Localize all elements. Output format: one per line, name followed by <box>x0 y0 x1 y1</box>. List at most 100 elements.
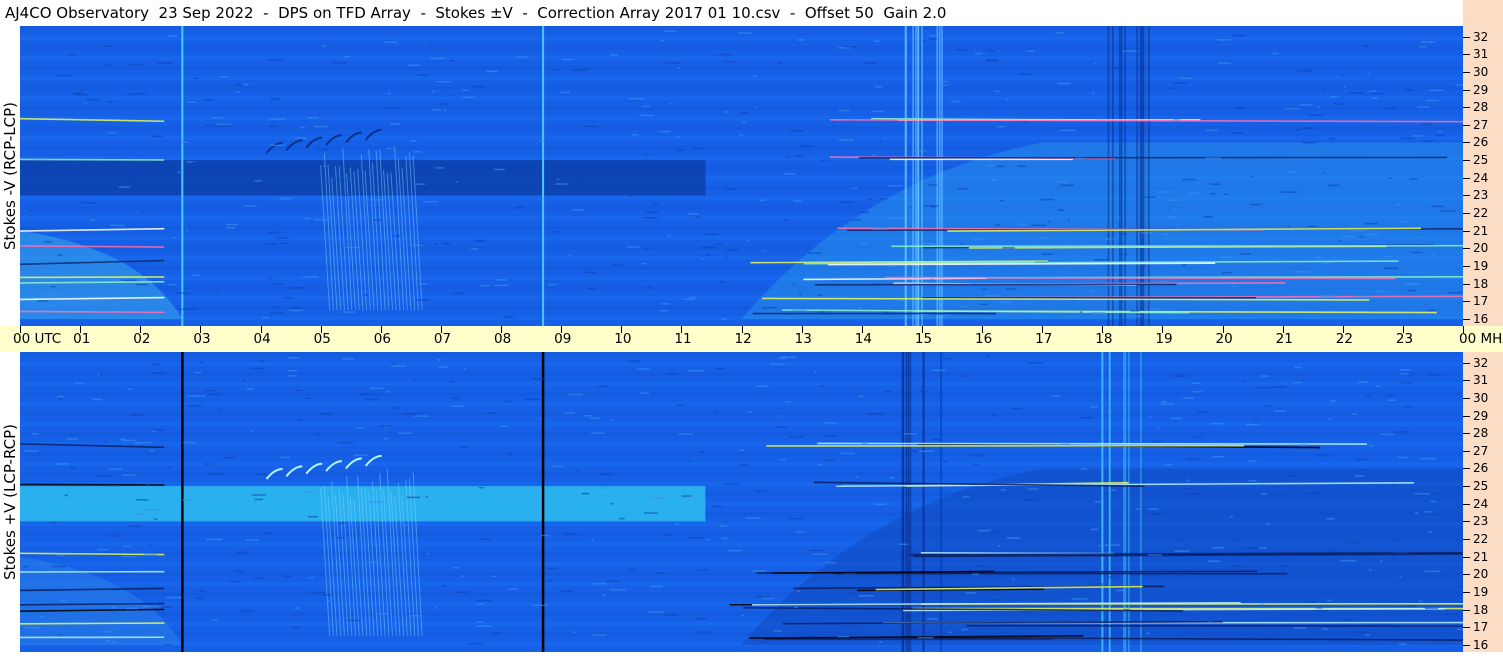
noise-speck <box>640 392 650 394</box>
noise-speck <box>287 356 299 359</box>
noise-speck <box>991 414 997 417</box>
noise-speck <box>363 398 379 401</box>
freq-tick-label: 24 <box>1473 496 1489 511</box>
noise-speck <box>763 249 766 252</box>
noise-speck <box>195 597 203 599</box>
noise-speck <box>928 184 938 186</box>
noise-speck <box>1294 129 1301 131</box>
noise-speck <box>659 309 669 312</box>
noise-speck <box>548 283 557 286</box>
noise-speck <box>410 615 421 617</box>
noise-speck <box>1192 390 1202 393</box>
noise-speck <box>560 91 571 94</box>
noise-speck <box>955 49 967 51</box>
noise-speck <box>305 397 312 400</box>
noise-speck <box>390 365 407 367</box>
noise-speck <box>1031 224 1047 227</box>
noise-speck <box>426 553 429 555</box>
noise-speck <box>1215 39 1231 41</box>
noise-speck <box>104 64 111 66</box>
noise-speck <box>855 476 859 478</box>
noise-speck <box>164 644 172 646</box>
noise-speck <box>531 377 547 380</box>
noise-speck <box>554 183 568 185</box>
noise-speck <box>747 411 753 413</box>
noise-speck <box>341 194 349 197</box>
noise-speck <box>1075 157 1085 160</box>
noise-speck <box>442 242 451 245</box>
freq-row-band <box>20 26 1463 30</box>
noise-speck <box>675 136 681 139</box>
noise-speck <box>1352 413 1358 415</box>
freq-tick-label: 27 <box>1473 117 1489 132</box>
freq-tick-label: 25 <box>1473 479 1489 494</box>
noise-speck <box>1305 492 1320 494</box>
noise-speck <box>1219 256 1233 258</box>
noise-speck <box>1350 631 1365 633</box>
noise-speck <box>289 375 298 377</box>
noise-speck <box>1197 410 1209 413</box>
noise-speck <box>1365 634 1370 636</box>
noise-speck <box>1211 455 1225 458</box>
freq-tick-label: 27 <box>1473 443 1489 458</box>
noise-speck <box>131 414 145 416</box>
noise-speck <box>1371 92 1383 95</box>
noise-speck <box>857 395 865 397</box>
noise-speck <box>890 217 905 219</box>
noise-speck <box>872 228 888 230</box>
noise-speck <box>270 98 281 100</box>
noise-speck <box>121 279 138 281</box>
noise-speck <box>1323 171 1326 174</box>
noise-speck <box>874 86 883 88</box>
noise-speck <box>948 631 952 634</box>
noise-speck <box>879 198 888 200</box>
noise-speck <box>922 40 927 43</box>
noise-speck <box>907 202 914 205</box>
freq-tick-label: 30 <box>1473 64 1489 79</box>
noise-speck <box>242 83 249 86</box>
noise-speck <box>1411 251 1421 254</box>
noise-speck <box>288 287 304 289</box>
noise-speck <box>414 415 429 417</box>
noise-speck <box>404 524 407 527</box>
noise-speck <box>287 369 297 372</box>
noise-speck <box>886 265 896 267</box>
noise-speck <box>1379 433 1395 436</box>
time-axis: 00 UTC 01 02 03 04 05 06 07 08 09 10 11 12 13 14 15 16 17… <box>0 326 1503 352</box>
noise-speck <box>32 157 47 160</box>
noise-speck <box>799 293 802 296</box>
time-tick-label: 16 <box>975 331 993 347</box>
noise-speck <box>1019 73 1031 75</box>
noise-speck <box>883 390 893 393</box>
noise-speck <box>268 277 273 280</box>
freq-tick <box>1463 36 1470 38</box>
noise-speck <box>962 496 970 498</box>
noise-speck <box>1357 381 1368 383</box>
noise-speck <box>1354 474 1365 477</box>
noise-speck <box>797 39 805 41</box>
freq-row-band <box>20 452 1463 456</box>
noise-speck <box>314 219 330 221</box>
noise-speck <box>182 499 195 501</box>
noise-speck <box>696 631 711 633</box>
noise-speck <box>927 618 938 620</box>
noise-speck <box>1287 225 1290 227</box>
noise-speck <box>478 538 491 540</box>
noise-speck <box>1080 468 1087 470</box>
freq-row-band <box>20 86 1463 90</box>
noise-speck <box>367 501 384 504</box>
noise-speck <box>843 572 856 575</box>
noise-speck <box>705 254 712 256</box>
freq-tick <box>1463 362 1470 364</box>
noise-speck <box>127 388 132 390</box>
noise-speck <box>24 450 39 452</box>
noise-speck <box>583 414 593 417</box>
noise-speck <box>56 554 65 557</box>
noise-speck <box>1309 114 1323 117</box>
noise-speck <box>1343 86 1346 88</box>
noise-speck <box>1094 62 1097 65</box>
time-tick-label: 17 <box>1035 331 1053 347</box>
noise-speck <box>1341 235 1355 238</box>
noise-speck <box>149 449 154 452</box>
freq-row-band <box>20 382 1463 386</box>
